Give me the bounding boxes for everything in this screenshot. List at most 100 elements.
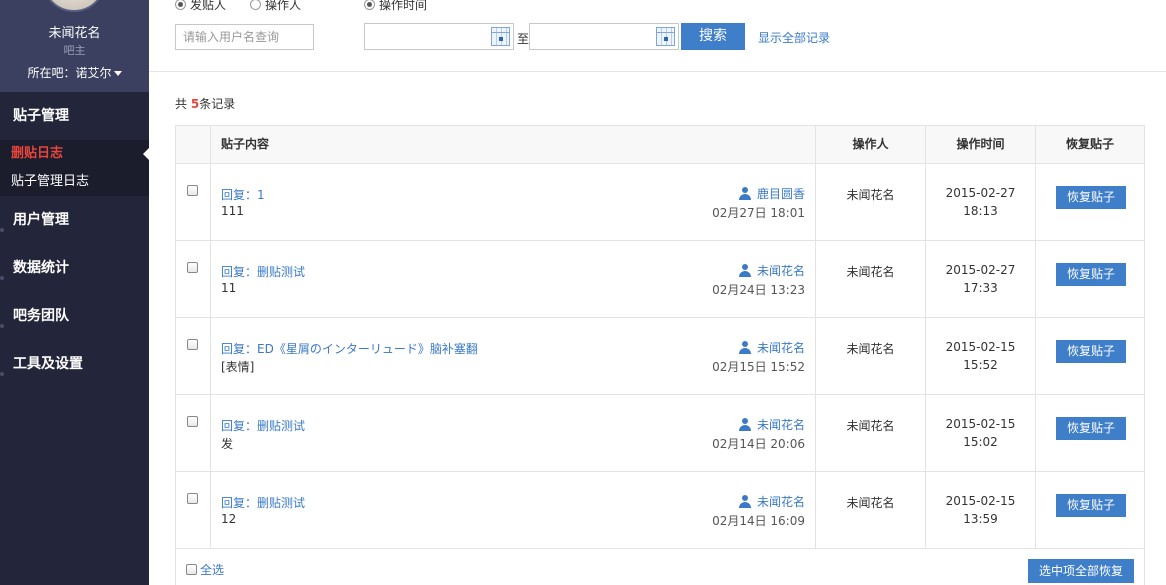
nav-item-post-management-log[interactable]: 贴子管理日志 bbox=[0, 168, 149, 196]
post-content-cell: 回复：删贴测试 12 未闻花名 02月14日 16:09 bbox=[210, 472, 815, 548]
post-content-cell: 回复：删贴测试 11 未闻花名 02月24日 13:23 bbox=[210, 241, 815, 317]
nav-group-posts: 贴子管理 删贴日志 贴子管理日志 bbox=[0, 92, 149, 196]
post-author-link[interactable]: 未闻花名 bbox=[738, 493, 805, 510]
operation-time: 15:02 bbox=[963, 435, 998, 449]
select-all-label[interactable]: 全选 bbox=[200, 563, 224, 577]
profile-role: 吧主 bbox=[63, 44, 86, 57]
post-author-link[interactable]: 未闻花名 bbox=[738, 339, 805, 356]
table-row: 回复：ED《星屑のインターリュード》脑补塞翻 [表情] 未闻花名 02月15日 … bbox=[176, 318, 1144, 395]
username-search-input[interactable] bbox=[175, 24, 314, 50]
restore-post-button[interactable]: 恢复贴子 bbox=[1056, 494, 1126, 517]
operation-time: 13:59 bbox=[963, 512, 998, 526]
nav-bullet-icon bbox=[0, 372, 4, 376]
avatar[interactable] bbox=[42, 0, 106, 12]
nav-head-team[interactable]: 吧务团队 bbox=[0, 292, 149, 340]
select-all-checkbox[interactable] bbox=[186, 564, 197, 575]
operation-time: 15:52 bbox=[963, 358, 998, 372]
post-title-link[interactable]: 回复：删贴测试 bbox=[221, 417, 305, 434]
operation-time: 17:33 bbox=[963, 281, 998, 295]
forum-selector-label: 所在吧：诺艾尔 bbox=[27, 66, 112, 80]
row-checkbox[interactable] bbox=[187, 339, 198, 350]
show-all-records-link[interactable]: 显示全部记录 bbox=[758, 29, 830, 46]
post-author-name: 未闻花名 bbox=[756, 495, 805, 509]
radio-checked-icon bbox=[175, 0, 186, 10]
user-icon bbox=[738, 341, 751, 354]
calendar-icon[interactable] bbox=[491, 27, 510, 46]
date-range-separator: 至 bbox=[517, 32, 530, 46]
header-operator: 操作人 bbox=[815, 126, 925, 163]
nav-item-delete-log[interactable]: 删贴日志 bbox=[0, 140, 149, 168]
nav-group-users: 用户管理 bbox=[0, 196, 149, 244]
post-author-link[interactable]: 未闻花名 bbox=[738, 416, 805, 433]
header-content: 贴子内容 bbox=[210, 126, 815, 163]
record-count-prefix: 共 bbox=[175, 97, 191, 111]
post-body: 12 bbox=[221, 512, 237, 526]
forum-selector[interactable]: 所在吧：诺艾尔 bbox=[0, 64, 149, 81]
nav-bullet-icon bbox=[0, 276, 4, 280]
post-author-link[interactable]: 未闻花名 bbox=[738, 262, 805, 279]
row-checkbox[interactable] bbox=[187, 262, 198, 273]
user-icon bbox=[738, 187, 751, 200]
radio-time[interactable]: 操作时间 bbox=[364, 0, 427, 13]
post-date: 02月14日 16:09 bbox=[712, 514, 805, 528]
radio-operator-label: 操作人 bbox=[265, 0, 302, 12]
restore-post-button[interactable]: 恢复贴子 bbox=[1056, 417, 1126, 440]
post-author-name: 未闻花名 bbox=[756, 341, 805, 355]
post-title-link[interactable]: 回复：删贴测试 bbox=[221, 494, 305, 511]
header-time: 操作时间 bbox=[925, 126, 1035, 163]
post-body: 11 bbox=[221, 281, 237, 295]
radio-checked-icon bbox=[364, 0, 375, 10]
nav-head-tools-settings[interactable]: 工具及设置 bbox=[0, 340, 149, 388]
row-checkbox[interactable] bbox=[187, 493, 198, 504]
post-title-link[interactable]: 回复：删贴测试 bbox=[221, 263, 305, 280]
post-date: 02月24日 13:23 bbox=[712, 283, 805, 297]
restore-post-button[interactable]: 恢复贴子 bbox=[1056, 340, 1126, 363]
post-author-name: 鹿目圆香 bbox=[756, 187, 805, 201]
start-date-input[interactable] bbox=[364, 23, 514, 50]
post-author-link[interactable]: 鹿目圆香 bbox=[738, 185, 805, 202]
sidebar: 未闻花名 吧主 所在吧：诺艾尔 贴子管理 删贴日志 贴子管理日志 用户管理 数据… bbox=[0, 0, 149, 585]
nav-head-post-management[interactable]: 贴子管理 bbox=[0, 92, 149, 140]
calendar-icon[interactable] bbox=[656, 27, 675, 46]
table-footer: 全选 选中项全部恢复 bbox=[176, 549, 1144, 585]
operation-date: 2015-02-15 bbox=[945, 340, 1016, 354]
record-count-number: 5 bbox=[190, 97, 200, 111]
post-date: 02月27日 18:01 bbox=[712, 206, 805, 220]
nav-head-data-statistics[interactable]: 数据统计 bbox=[0, 244, 149, 292]
table-row: 回复：删贴测试 11 未闻花名 02月24日 13:23 未闻花名 2015-0… bbox=[176, 241, 1144, 318]
radio-poster-label: 发贴人 bbox=[190, 0, 227, 12]
user-icon bbox=[738, 418, 751, 431]
operator-name: 未闻花名 bbox=[846, 419, 895, 433]
operation-date: 2015-02-15 bbox=[945, 494, 1016, 508]
restore-post-button[interactable]: 恢复贴子 bbox=[1056, 263, 1126, 286]
row-checkbox[interactable] bbox=[187, 185, 198, 196]
post-body: [表情] bbox=[221, 360, 255, 374]
nav-group-team: 吧务团队 bbox=[0, 292, 149, 340]
post-content-cell: 回复：ED《星屑のインターリュード》脑补塞翻 [表情] 未闻花名 02月15日 … bbox=[210, 318, 815, 394]
restore-selected-button[interactable]: 选中项全部恢复 bbox=[1028, 559, 1134, 583]
operator-name: 未闻花名 bbox=[846, 188, 895, 202]
operator-name: 未闻花名 bbox=[846, 265, 895, 279]
deleted-posts-table: 贴子内容 操作人 操作时间 恢复贴子 回复：1 111 鹿目圆香 02月27日 … bbox=[175, 125, 1145, 585]
select-all[interactable]: 全选 bbox=[186, 561, 224, 578]
operation-time: 18:13 bbox=[963, 204, 998, 218]
filter-bar: 发贴人 操作人 操作时间 至 搜索 显示全部记录 bbox=[149, 0, 1166, 72]
end-date-input[interactable] bbox=[529, 23, 679, 50]
post-title-link[interactable]: 回复：1 bbox=[221, 186, 265, 203]
operator-name: 未闻花名 bbox=[846, 496, 895, 510]
radio-unchecked-icon bbox=[250, 0, 261, 10]
post-author-name: 未闻花名 bbox=[756, 418, 805, 432]
profile-name[interactable]: 未闻花名 bbox=[0, 22, 149, 41]
restore-post-button[interactable]: 恢复贴子 bbox=[1056, 186, 1126, 209]
nav-group-stats: 数据统计 bbox=[0, 244, 149, 292]
post-author-name: 未闻花名 bbox=[756, 264, 805, 278]
post-title-link[interactable]: 回复：ED《星屑のインターリュード》脑补塞翻 bbox=[221, 340, 478, 357]
radio-operator[interactable]: 操作人 bbox=[250, 0, 301, 13]
radio-poster[interactable]: 发贴人 bbox=[175, 0, 226, 13]
header-checkbox-column bbox=[176, 126, 210, 163]
search-button[interactable]: 搜索 bbox=[681, 23, 745, 50]
nav-head-user-management[interactable]: 用户管理 bbox=[0, 196, 149, 244]
header-restore: 恢复贴子 bbox=[1035, 126, 1144, 163]
table-row: 回复：删贴测试 12 未闻花名 02月14日 16:09 未闻花名 2015-0… bbox=[176, 472, 1144, 549]
row-checkbox[interactable] bbox=[187, 416, 198, 427]
